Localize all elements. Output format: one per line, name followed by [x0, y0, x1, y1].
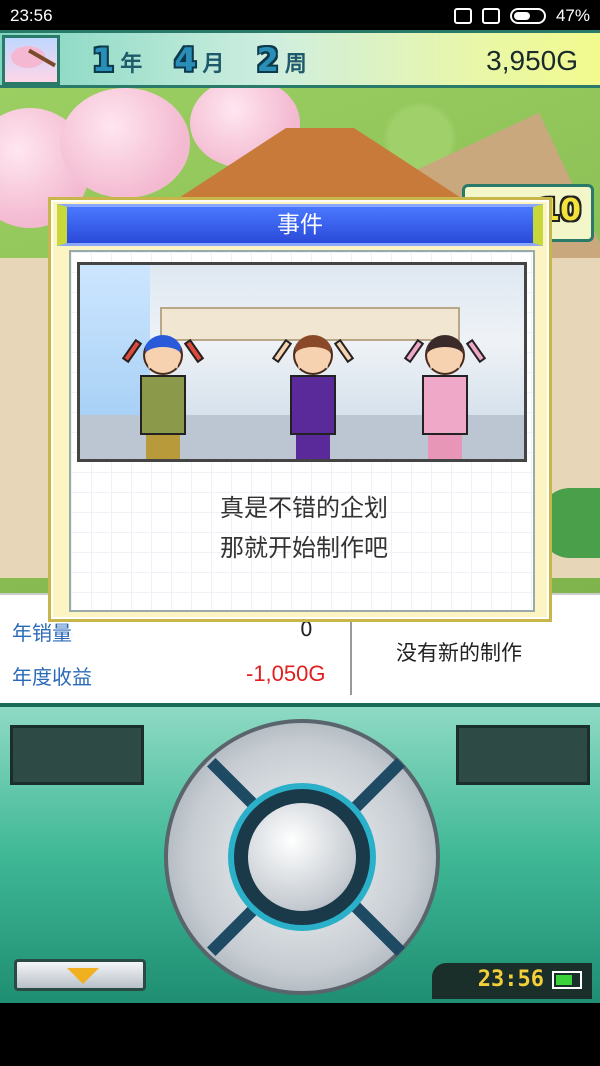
week-number: 2: [256, 41, 279, 79]
game-controller: 23:56: [0, 703, 600, 1003]
vibrate-off-icon: [453, 8, 472, 24]
dialog-body: 真是不错的企划 那就开始制作吧: [69, 250, 535, 612]
game-date: 1 年 4 月 2 周: [92, 41, 333, 79]
month-number: 4: [174, 41, 197, 79]
cherry-tree-icon: [60, 88, 190, 198]
year-number: 1: [92, 41, 115, 79]
event-dialog[interactable]: 事件 真是不错的企划 那就开始制作吧: [48, 197, 552, 622]
bottom-bar: [0, 1003, 600, 1066]
right-soft-button[interactable]: [456, 725, 590, 785]
controller-clock: 23:56: [432, 963, 592, 999]
center-button[interactable]: [248, 803, 356, 911]
celebration-illustration: [77, 262, 527, 462]
battery-icon: [552, 971, 582, 989]
week-unit: 周: [284, 52, 307, 77]
battery-percent: 47%: [555, 6, 590, 25]
annual-revenue-value: -1,050G: [246, 661, 326, 686]
clock-time: 23:56: [477, 967, 544, 992]
triangle-down-icon: [67, 968, 99, 984]
sim-off-icon: [481, 8, 500, 24]
dialog-message-line2: 那就开始制作吧: [220, 534, 388, 562]
staff-character-icon: [121, 325, 205, 459]
annual-revenue-label: 年度收益: [12, 665, 92, 689]
status-bar: 23:56 47%: [0, 0, 600, 30]
battery-icon: [509, 8, 546, 24]
staff-character-icon: [403, 325, 487, 459]
dialog-message: 真是不错的企划 那就开始制作吧: [71, 488, 537, 568]
status-time: 23:56: [10, 6, 53, 25]
year-unit: 年: [120, 52, 143, 77]
season-thumbnail[interactable]: [2, 35, 60, 85]
production-status: 没有新的制作: [396, 641, 522, 665]
month-unit: 月: [202, 52, 225, 77]
menu-toggle-button[interactable]: [14, 959, 146, 991]
money-amount: 3,950G: [486, 45, 578, 76]
left-soft-button[interactable]: [10, 725, 144, 785]
dpad-control[interactable]: [164, 719, 440, 995]
dialog-message-line1: 真是不错的企划: [220, 494, 388, 522]
top-info-bar: 1 年 4 月 2 周 3,950G: [0, 30, 600, 88]
staff-character-icon: [271, 325, 355, 459]
dialog-title: 事件: [57, 204, 543, 246]
